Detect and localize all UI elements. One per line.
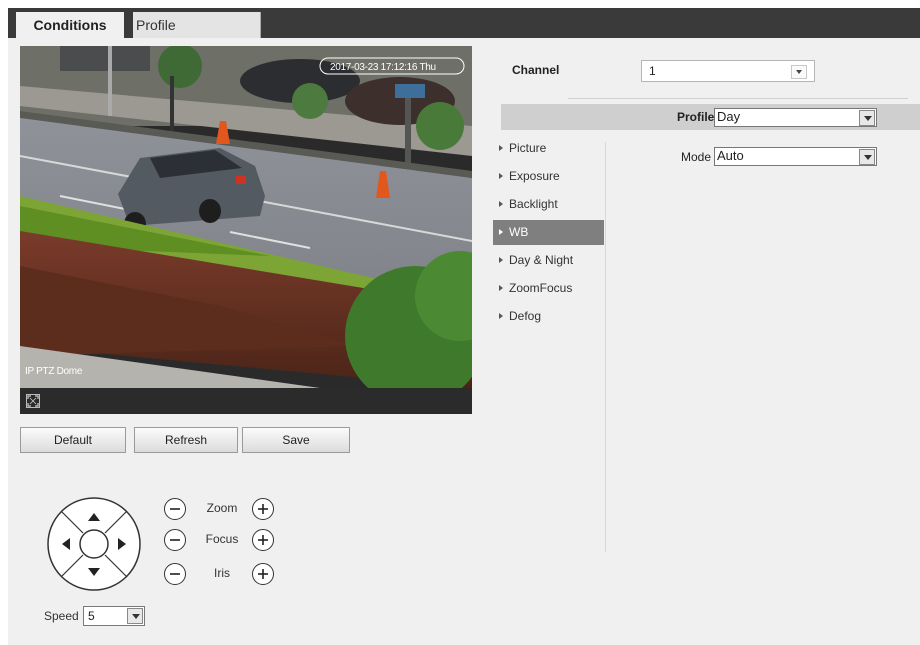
- channel-label: Channel: [512, 63, 560, 77]
- video-timestamp: 2017-03-23 17:12:16 Thu: [330, 62, 436, 73]
- tab-profile-management[interactable]: Profile Management: [133, 12, 261, 59]
- zoom-label: Zoom: [206, 501, 238, 515]
- caret-right-icon: [499, 257, 503, 263]
- speed-label: Speed: [44, 609, 79, 623]
- channel-value: 1: [649, 64, 656, 78]
- chevron-down-icon[interactable]: [859, 110, 875, 126]
- caret-right-icon: [499, 229, 503, 235]
- menu-item-label: WB: [509, 225, 529, 239]
- menu-item-day-night[interactable]: Day & Night: [493, 248, 604, 273]
- menu-item-label: Backlight: [509, 197, 558, 211]
- live-video: 2017-03-23 17:12:16 Thu IP PTZ Dome: [20, 46, 472, 388]
- focus-minus-icon[interactable]: [164, 529, 186, 551]
- caret-right-icon: [499, 201, 503, 207]
- speed-value: 5: [88, 609, 95, 623]
- channel-select[interactable]: 1: [641, 60, 815, 82]
- menu-item-label: Picture: [509, 141, 547, 155]
- tab-bar: Conditions Profile Management: [8, 8, 920, 59]
- profile-select[interactable]: Day: [714, 108, 877, 127]
- menu-item-defog[interactable]: Defog: [493, 304, 604, 329]
- zoom-minus-icon[interactable]: [164, 498, 186, 520]
- wb-mode-select[interactable]: Auto: [714, 147, 877, 166]
- menu-item-label: Day & Night: [509, 253, 574, 267]
- profile-label: Profile: [677, 110, 715, 124]
- video-camera-name: IP PTZ Dome: [25, 366, 83, 377]
- camera-scene-image: [20, 46, 472, 388]
- iris-plus-icon[interactable]: [252, 563, 274, 585]
- caret-right-icon: [499, 285, 503, 291]
- zoom-plus-icon[interactable]: [252, 498, 274, 520]
- refresh-button[interactable]: Refresh: [134, 427, 238, 453]
- fullscreen-icon[interactable]: [26, 394, 40, 408]
- caret-right-icon: [499, 173, 503, 179]
- menu-item-exposure[interactable]: Exposure: [493, 164, 604, 189]
- menu-item-backlight[interactable]: Backlight: [493, 192, 604, 217]
- video-toolbar: [20, 389, 472, 414]
- menu-item-label: Defog: [509, 309, 542, 323]
- menu-item-wb[interactable]: WB: [493, 220, 604, 245]
- profile-value: Day: [717, 109, 741, 124]
- caret-right-icon: [499, 145, 503, 151]
- wb-mode-value: Auto: [717, 148, 744, 163]
- menu-divider: [605, 142, 606, 552]
- focus-plus-icon[interactable]: [252, 529, 274, 551]
- chevron-down-icon[interactable]: [127, 608, 143, 624]
- wb-mode-label: Mode: [681, 150, 712, 164]
- focus-label: Focus: [205, 532, 239, 546]
- menu-item-label: Exposure: [509, 169, 560, 183]
- live-video-panel: 2017-03-23 17:12:16 Thu IP PTZ Dome: [20, 46, 472, 414]
- menu-item-label: ZoomFocus: [509, 281, 573, 295]
- tab-conditions[interactable]: Conditions: [16, 12, 124, 38]
- caret-right-icon: [499, 313, 503, 319]
- chevron-down-icon[interactable]: [791, 65, 807, 79]
- iris-minus-icon[interactable]: [164, 563, 186, 585]
- default-button[interactable]: Default: [20, 427, 126, 453]
- ptz-direction-pad: [46, 496, 142, 592]
- menu-item-picture[interactable]: Picture: [493, 136, 604, 161]
- iris-label: Iris: [214, 566, 230, 580]
- speed-select[interactable]: 5: [83, 606, 145, 626]
- chevron-down-icon[interactable]: [859, 149, 875, 165]
- menu-item-zoomfocus[interactable]: ZoomFocus: [493, 276, 604, 301]
- divider: [568, 98, 908, 99]
- save-button[interactable]: Save: [242, 427, 350, 453]
